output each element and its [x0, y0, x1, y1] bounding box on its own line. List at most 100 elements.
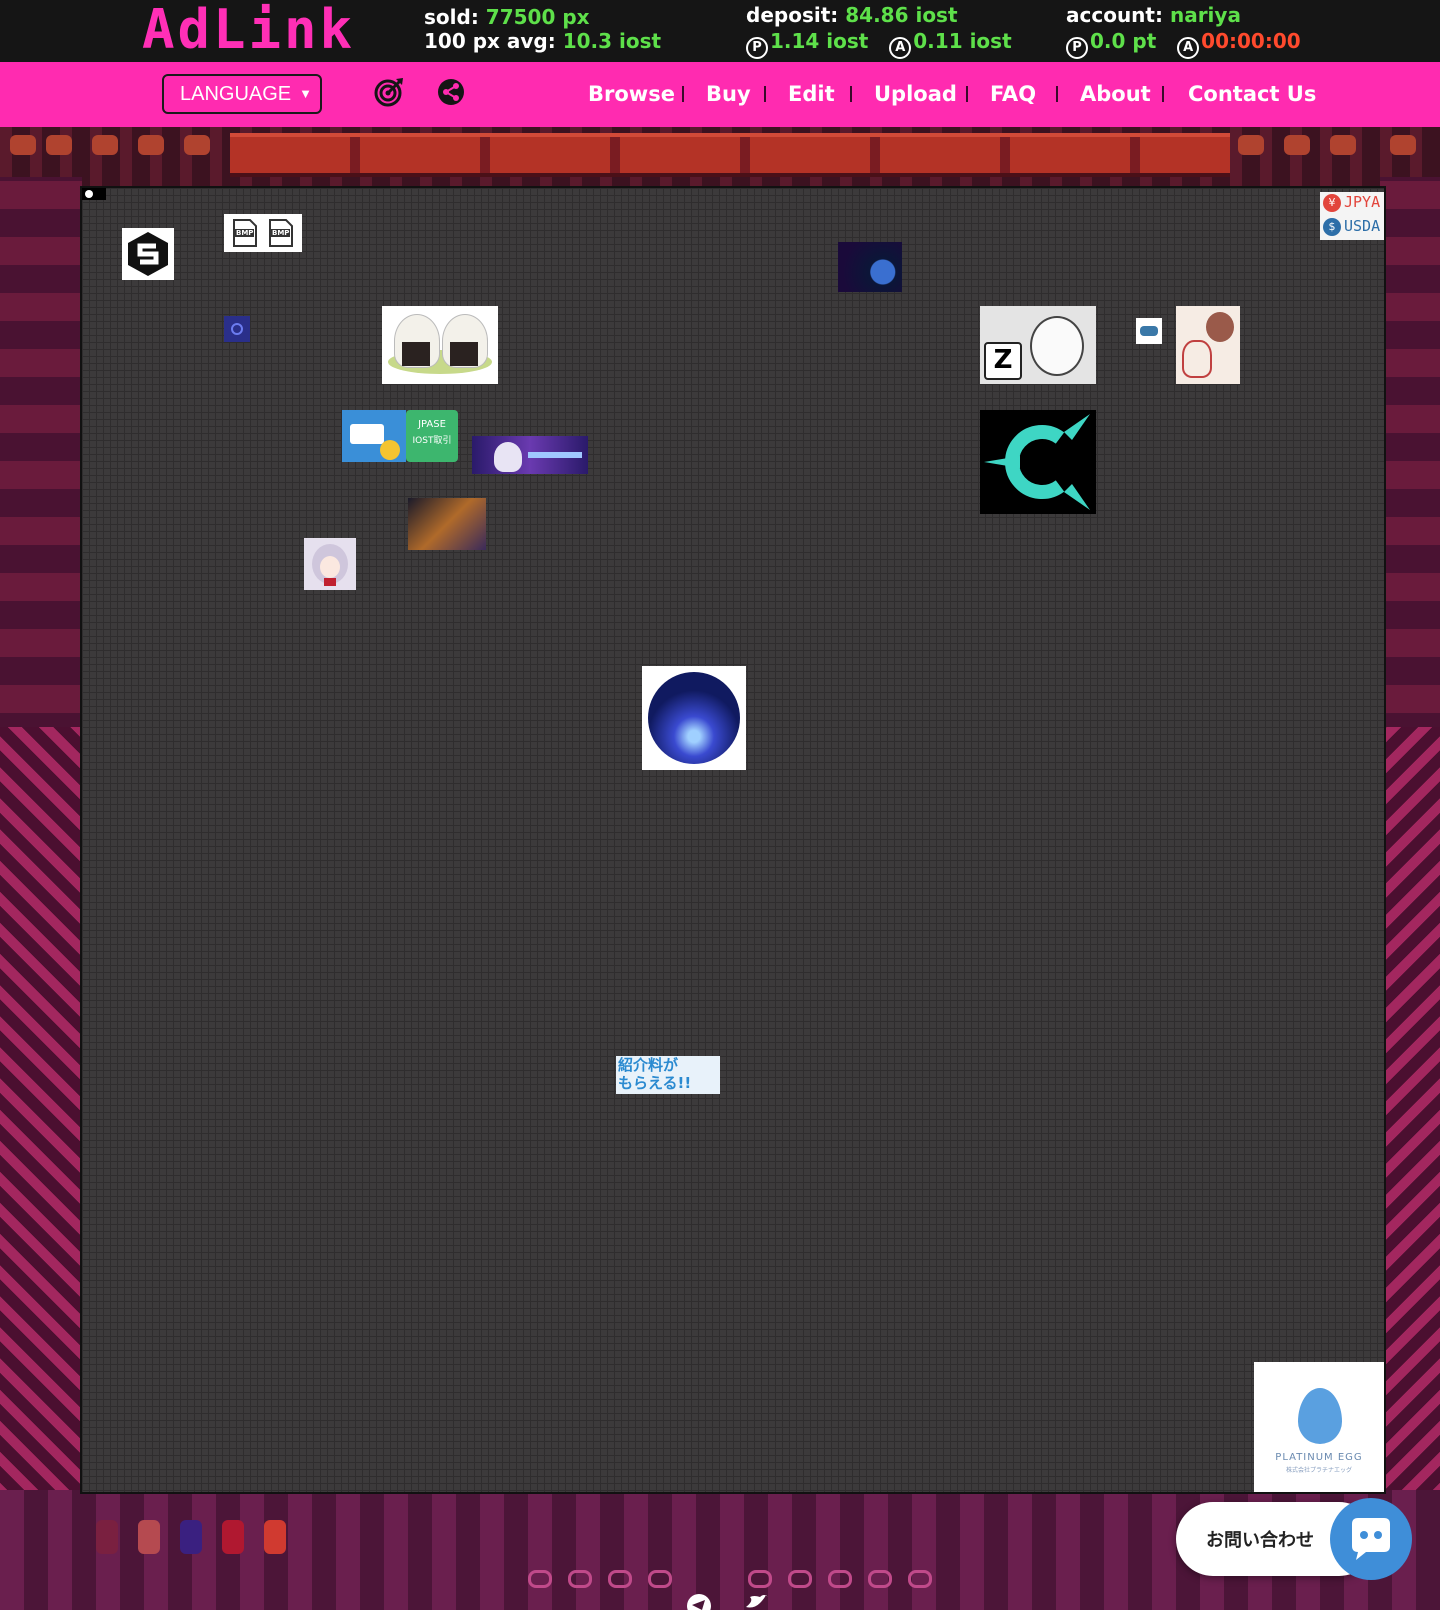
ad-small-eye-box[interactable] [1136, 318, 1162, 344]
ad-small-blue-square[interactable] [224, 316, 250, 342]
egg-icon [1298, 1388, 1342, 1444]
pig-sprite [92, 135, 118, 155]
pig-sprite [1284, 135, 1310, 155]
ad-circle-logo[interactable] [642, 666, 746, 770]
ad-bmp-files[interactable]: BMP BMP [224, 214, 302, 252]
jar-sprite [180, 1520, 202, 1554]
frame-top-decoration [0, 127, 1440, 187]
dollar-icon: $ [1323, 218, 1341, 236]
jpya-label: JPYA [1344, 193, 1381, 211]
ad-referral-banner[interactable]: 紹介料が もらえる!! [616, 1056, 720, 1094]
p-coin-icon: P [746, 37, 768, 59]
ad-game-banner[interactable] [408, 498, 486, 550]
share-icon[interactable] [436, 77, 466, 107]
iost-logo-icon [128, 232, 168, 276]
pig-sprite [46, 135, 72, 155]
ad-jpase-green[interactable]: JPASE IOST取引 [406, 410, 458, 462]
chat-launcher-button[interactable] [1330, 1498, 1412, 1580]
pig-sprite [10, 135, 36, 155]
jar-sprite [222, 1520, 244, 1554]
pig-sprite [1390, 135, 1416, 155]
eye-icon [1140, 326, 1158, 336]
ad-earth-space[interactable] [838, 242, 902, 292]
deposit-label: deposit: [746, 3, 839, 27]
frame-right-decoration [1380, 177, 1440, 1497]
ad-tiny-block[interactable] [82, 188, 106, 200]
ad-anime-sketch[interactable] [1176, 306, 1240, 384]
chat-icon [1352, 1518, 1390, 1560]
pig-sprite [184, 135, 210, 155]
avg-label: 100 px avg: [424, 29, 556, 53]
nav-browse[interactable]: Browse [588, 80, 675, 108]
nav-about[interactable]: About [1080, 80, 1151, 108]
p-coin-icon: P [1066, 37, 1088, 59]
account-points: 0.0 pt [1090, 29, 1157, 53]
ad-platinum-egg[interactable]: PLATINUM EGG 株式会社プラチナエッグ [1254, 1362, 1384, 1492]
referral-text-top: 紹介料が [618, 1056, 679, 1074]
deposit-stat: deposit: 84.86 iost [746, 2, 958, 28]
z-mark: Z [984, 342, 1022, 380]
jar-sprite [138, 1520, 160, 1554]
deposit-a-value: 0.11 iost [913, 29, 1012, 53]
account-value: nariya [1169, 3, 1241, 27]
nav-divider [682, 86, 684, 102]
ad-currency-jpya-usda[interactable]: ¥ JPYA $ USDA [1320, 192, 1384, 240]
ad-onigiri[interactable] [382, 306, 498, 384]
lattice-decoration [1380, 727, 1440, 1497]
telegram-icon[interactable] [686, 1593, 712, 1610]
nav-faq[interactable]: FAQ [990, 80, 1036, 108]
account-stat: account: nariya [1066, 2, 1241, 28]
ad-teal-c-logo[interactable] [980, 410, 1096, 514]
pig-sprite [1238, 135, 1264, 155]
banner-stripe [528, 452, 582, 458]
skull-sprite [868, 1570, 892, 1588]
doodle-shape [1182, 340, 1212, 378]
deposit-p-value: 1.14 iost [770, 29, 869, 53]
platinum-egg-title: PLATINUM EGG [1275, 1452, 1363, 1463]
nav-buy[interactable]: Buy [706, 80, 751, 108]
language-select[interactable]: LANGUAGE ▼ [162, 74, 322, 114]
wallet-icon [350, 424, 384, 444]
ad-anime-banner[interactable] [472, 436, 588, 474]
bmp-label: BMP [271, 229, 291, 237]
pixel-ad-canvas[interactable]: BMP BMP ¥ JPYA $ USDA Z JPASE IOST取引 紹介料… [80, 186, 1386, 1494]
sold-stat: sold: 77500 px [424, 4, 590, 30]
pig-sprite [1330, 135, 1356, 155]
account-breakdown: P 0.0 pt A 00:00:00 [1066, 28, 1301, 59]
ad-iost-logo[interactable] [122, 228, 174, 280]
ad-manga-character[interactable]: Z [980, 306, 1096, 384]
skull-sprite [908, 1570, 932, 1588]
face-shape [320, 556, 340, 578]
adlink-logo[interactable]: AdLink [142, 2, 355, 58]
language-select-label: LANGUAGE [180, 83, 292, 105]
jar-sprite [264, 1520, 286, 1554]
avg-stat: 100 px avg: 10.3 iost [424, 28, 661, 54]
pipe-decoration [230, 133, 1230, 177]
ad-jpase-wallet[interactable] [342, 410, 406, 462]
stats-header: AdLink sold: 77500 px 100 px avg: 10.3 i… [0, 0, 1440, 62]
character-figure [494, 442, 522, 472]
skull-sprite [608, 1570, 632, 1588]
target-icon[interactable] [374, 77, 404, 107]
account-label: account: [1066, 3, 1163, 27]
sold-label: sold: [424, 5, 479, 29]
jpase-label: JPASE [418, 419, 446, 430]
deposit-value: 84.86 iost [845, 3, 958, 27]
nav-divider [764, 86, 766, 102]
platinum-egg-subtitle: 株式会社プラチナエッグ [1285, 1467, 1352, 1474]
frame-left-decoration [0, 177, 82, 1497]
skull-sprite [648, 1570, 672, 1588]
skull-sprite [788, 1570, 812, 1588]
nav-upload[interactable]: Upload [874, 80, 957, 108]
galaxy-circle [648, 672, 740, 764]
nav-edit[interactable]: Edit [788, 80, 835, 108]
skull-sprite [528, 1570, 552, 1588]
nav-divider [1056, 86, 1058, 102]
nav-contact-us[interactable]: Contact Us [1188, 80, 1316, 108]
twitter-icon[interactable] [744, 1593, 770, 1610]
skull-sprite [748, 1570, 772, 1588]
nori-shape [402, 342, 430, 366]
ad-anime-girl[interactable] [304, 538, 356, 590]
dot-icon [85, 190, 93, 198]
jar-sprite [96, 1520, 118, 1554]
